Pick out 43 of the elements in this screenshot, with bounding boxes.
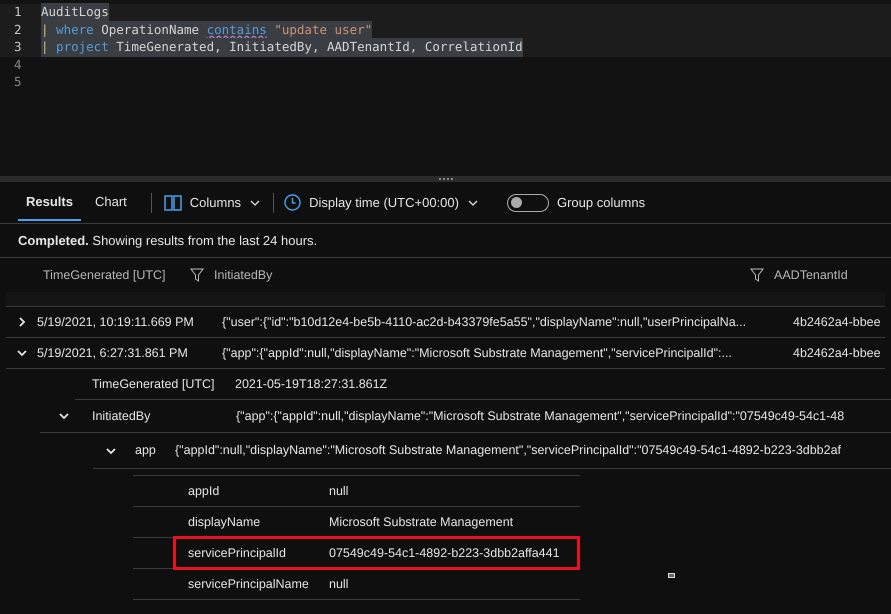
- filter-icon[interactable]: [750, 268, 764, 282]
- table-cell-text: {"app":{"appId":null,"displayName":"Microsoft Substrate Management","servicePrincipalId":...: [222, 344, 733, 362]
- table-row[interactable]: 5/19/2021, 10:19:11.669 PM {"user":{"id":"b10d12e4-be5b-4110-ac2d-b43379fe5a55","displayName":null,"userPrincipalNa... 4b2462a4-bbee: [6, 307, 885, 338]
- resize-handle-icon[interactable]: [438, 178, 452, 180]
- table-cell-text: 4b2462a4-bbee: [793, 314, 881, 331]
- field-value: null: [329, 482, 348, 500]
- detail-key: InitiatedBy: [92, 406, 236, 426]
- field-value: Microsoft Substrate Management: [329, 514, 514, 531]
- detail-value: 2021-05-19T18:27:31.861Z: [235, 376, 388, 393]
- table-cell-text: 5/19/2021, 10:19:11.669 PM: [37, 314, 195, 331]
- table-cell-text: 5/19/2021, 6:27:31.861 PM: [37, 344, 189, 362]
- detail-key: TimeGenerated [UTC]: [75, 374, 235, 394]
- small-square-icon: [668, 573, 675, 578]
- column-header[interactable]: AADTenantId: [764, 266, 848, 284]
- line-number: 5: [13, 73, 23, 92]
- group-columns-label: Group columns: [556, 194, 646, 212]
- results-tab[interactable]: Chart: [86, 184, 135, 220]
- field-value: 07549c49-54c1-4892-b223-3dbb2affa441: [329, 544, 560, 562]
- line-number: 4: [13, 56, 23, 74]
- detail-value: {"app":{"appId":null,"displayName":"Microsoft Substrate Management","servicePrincipalId":"07549c49-54c1-48: [236, 408, 844, 425]
- column-header[interactable]: TimeGenerated [UTC]: [0, 266, 190, 284]
- line-number: 2: [13, 20, 23, 39]
- field-key: servicePrincipalName: [188, 574, 329, 594]
- columns-icon: [164, 194, 182, 210]
- group-columns-toggle[interactable]: [506, 194, 549, 212]
- field-key: servicePrincipalId: [188, 544, 329, 562]
- detail-value: {"appId":null,"displayName":"Microsoft Substrate Management","servicePrincipalId":"07549c49-54c1-4892-b223-3dbb2af: [175, 442, 842, 460]
- table-cell-text: 4b2462a4-bbee: [793, 344, 881, 362]
- table-cell-text: {"user":{"id":"b10d12e4-be5b-4110-ac2d-b43379fe5a55","displayName":null,"userPrincipalNa...: [222, 314, 748, 331]
- line-number: 3: [13, 38, 23, 56]
- clock-icon: [284, 194, 302, 211]
- field-key: appId: [188, 482, 329, 500]
- detail-key: app: [135, 441, 175, 460]
- table-row[interactable]: 5/19/2021, 6:27:31.861 PM {"app":{"appId":null,"displayName":"Microsoft Substrate Management","servicePrincipalId":... 4b2462a4-bbee: [6, 338, 885, 369]
- filter-icon[interactable]: [190, 268, 204, 282]
- column-header[interactable]: InitiatedBy: [204, 266, 750, 284]
- field-value: null: [329, 576, 348, 593]
- line-number: 1: [13, 3, 23, 22]
- field-key: displayName: [188, 512, 329, 532]
- results-tab[interactable]: Results: [18, 184, 81, 220]
- display-time-button[interactable]: Display time (UTC+00:00): [284, 192, 479, 212]
- status-message: Completed. Showing results from the last 24 hours.: [18, 232, 318, 250]
- columns-button[interactable]: Columns: [162, 192, 264, 212]
